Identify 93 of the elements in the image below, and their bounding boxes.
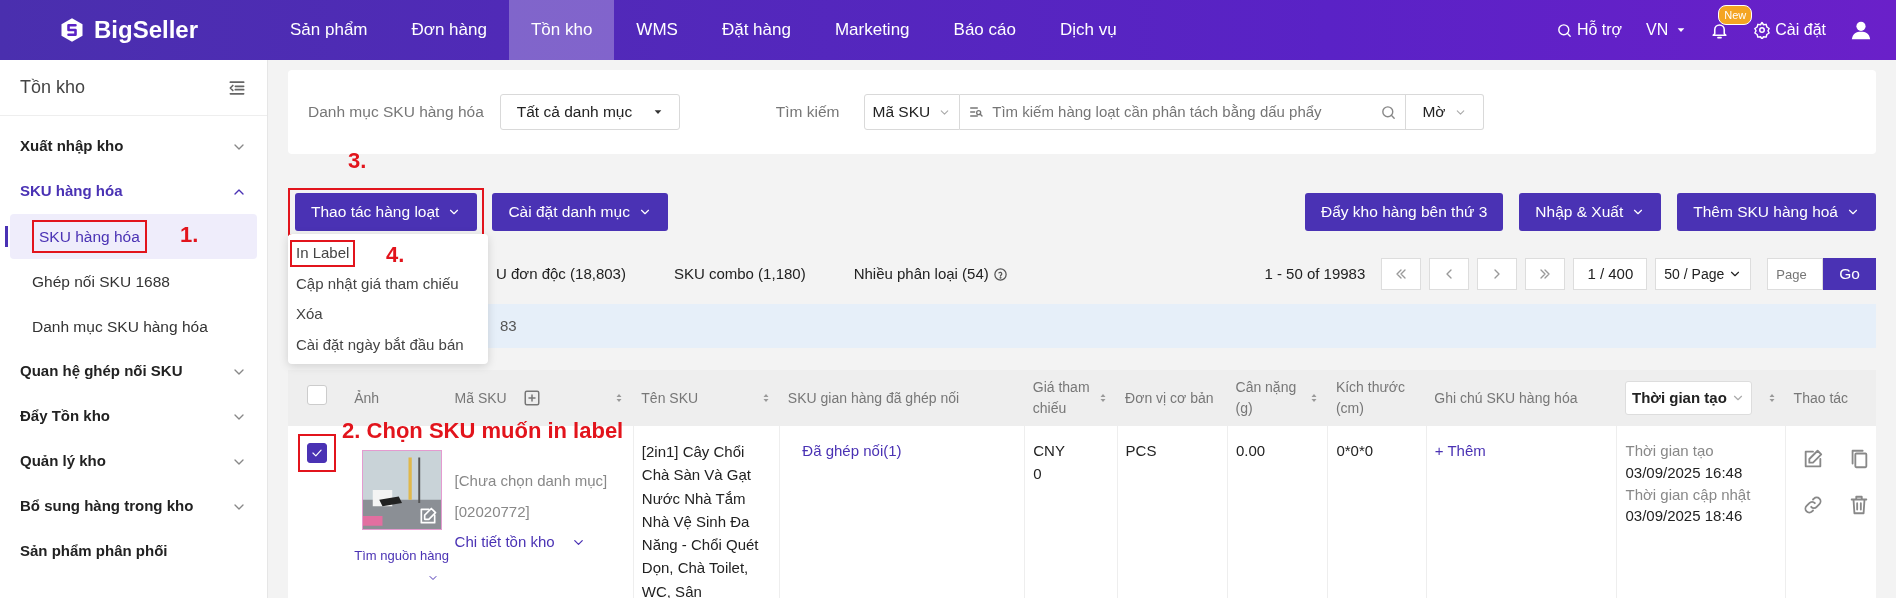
page-field[interactable]: Page — [1767, 258, 1824, 290]
filter-tab[interactable]: U đơn độc (18,803) — [496, 262, 626, 286]
column-header: Cân nặng (g) — [1235, 378, 1298, 418]
column-header: Thao tác — [1793, 388, 1849, 408]
settings-icon[interactable] — [1753, 21, 1772, 39]
new-badge: New — [1718, 4, 1753, 26]
currency-text: CNY — [1033, 441, 1066, 461]
bell-icon[interactable] — [1710, 21, 1730, 41]
edit-icon[interactable] — [1802, 448, 1825, 470]
batch-search-icon[interactable] — [968, 104, 985, 120]
search-type-select[interactable]: Mã SKU — [863, 94, 961, 130]
size-text: 0*0*0 — [1336, 442, 1374, 459]
search-icon[interactable] — [1555, 21, 1573, 39]
sidebar-group[interactable]: Xuất nhập kho — [0, 124, 267, 169]
menu-item[interactable]: Cập nhật giá tham chiếu — [296, 274, 459, 292]
sidebar-item[interactable]: Ghép nối SKU 1688 — [32, 269, 170, 294]
sidebar-group[interactable]: Sản phẩm phân phối — [0, 529, 267, 574]
toolbar-button[interactable]: Nhập & Xuất — [1519, 193, 1662, 231]
sidebar-title: Tồn kho — [20, 76, 86, 99]
time-text: 03/09/2025 18:46 — [1625, 506, 1744, 527]
match-select[interactable]: Mờ — [1406, 94, 1484, 130]
sidebar-item[interactable]: SKU hàng hóa — [39, 227, 140, 245]
stock-detail-link[interactable]: Chi tiết tồn kho — [454, 531, 555, 554]
user-icon[interactable] — [1850, 19, 1872, 41]
callout-label: 2. Chọn SKU muốn in label — [342, 418, 624, 445]
linked-sku-link[interactable]: Đã ghép nối(1) — [802, 442, 902, 459]
sku-code: [02020772] — [454, 502, 530, 520]
category-select[interactable]: Tất cả danh mục — [499, 94, 680, 130]
nav-tab[interactable]: Sản phẩm — [268, 0, 390, 60]
time-label: Thời gian cập nhật — [1625, 484, 1752, 505]
page-summary: 1 - 50 of 19983 — [1264, 263, 1366, 284]
sku-name: [2in1] Cây Chổi Chà Sàn Và Gạt Nước Nhà Tắm Nhà Vệ Sinh Đa Năng - Chổi Quét Dọn, Chà Toilet, WC, Sân — [641, 442, 760, 598]
page-indicator: 1 / 400 — [1573, 258, 1648, 290]
filter-tab[interactable]: SKU combo (1,180) — [673, 262, 806, 286]
selection-bar — [5, 226, 8, 247]
sidebar-group[interactable]: Quản lý kho — [0, 439, 267, 484]
menu-item[interactable]: Xóa — [296, 305, 323, 322]
column-header: Giá tham chiếu — [1032, 378, 1091, 418]
nav-tab[interactable]: WMS — [614, 0, 700, 60]
language-selector[interactable]: VN — [1646, 18, 1669, 42]
filter-label: Danh mục SKU hàng hóa — [308, 102, 484, 123]
menu-item[interactable]: Cài đặt ngày bắt đầu bán — [296, 335, 464, 353]
column-header: Tên SKU — [641, 388, 699, 408]
price-text: 0 — [1033, 463, 1043, 484]
support-link[interactable]: Hỗ trợ — [1576, 18, 1623, 42]
checkbox[interactable] — [307, 443, 328, 463]
column-header: Mã SKU — [454, 388, 507, 408]
sidebar-group[interactable]: Đẩy Tồn kho — [0, 394, 267, 439]
search-field[interactable]: Tìm kiếm hàng loạt cần phân tách bằng dấu phẩy — [960, 94, 1407, 130]
nav-tab[interactable]: Dịch vụ — [1037, 0, 1139, 60]
toolbar-button[interactable]: Đẩy kho hàng bên thứ 3 — [1304, 193, 1504, 231]
nav-tab[interactable]: Báo cáo — [931, 0, 1038, 60]
settings-link[interactable]: Cài đặt — [1775, 18, 1826, 42]
filter-tab[interactable]: Nhiều phân loại (54) — [853, 262, 1008, 286]
nav-tab[interactable]: Đặt hàng — [699, 0, 813, 60]
column-header: Đơn vị cơ bản — [1125, 388, 1214, 408]
caret-icon — [652, 107, 663, 117]
page-size-select[interactable]: 50 / Page — [1655, 258, 1752, 290]
go-button[interactable]: Go — [1823, 258, 1876, 290]
category-text: [Chưa chọn danh mục] — [454, 472, 608, 489]
caret-icon — [1676, 25, 1687, 35]
search-icon[interactable] — [1380, 103, 1398, 121]
add-column-icon[interactable] — [522, 389, 541, 407]
column-header: Kích thước (cm) — [1335, 378, 1407, 418]
nav-tab[interactable]: Đơn hàng — [389, 0, 509, 60]
menu-item[interactable]: In Label — [296, 244, 350, 261]
help-icon — [992, 266, 1008, 282]
callout-label: 4. — [386, 242, 405, 269]
time-label: Thời gian tạo — [1625, 441, 1715, 461]
column-header: SKU gian hàng đã ghép nối — [787, 388, 960, 408]
sidebar-group[interactable]: Quan hệ ghép nối SKU — [0, 349, 267, 394]
selection-info: 83 — [500, 315, 517, 336]
add-note-link[interactable]: + Thêm — [1434, 442, 1486, 459]
callout-label: 1. — [180, 222, 199, 249]
weight-text: 0.00 — [1236, 442, 1266, 459]
sidebar-group[interactable]: Bổ sung hàng trong kho — [0, 484, 267, 529]
sidebar-item[interactable]: Danh mục SKU hàng hóa — [32, 314, 208, 339]
edit-icon[interactable] — [418, 506, 439, 526]
sidebar-group[interactable]: SKU hàng hóa — [0, 169, 267, 214]
toolbar-button[interactable]: Thêm SKU hàng hoá — [1677, 193, 1876, 231]
time-text: 03/09/2025 16:48 — [1625, 462, 1744, 483]
brand-name: BigSeller — [94, 15, 199, 45]
unit-text: PCS — [1125, 442, 1157, 459]
callout-label: 3. — [348, 148, 367, 175]
column-header: Ảnh — [354, 388, 380, 408]
sort-select[interactable]: Thời gian tạo — [1624, 381, 1752, 415]
nav-tab[interactable]: Marketing — [812, 0, 932, 60]
toolbar-button[interactable]: Thao tác hàng loạt — [295, 193, 478, 231]
column-header: Ghi chú SKU hàng hóa — [1434, 388, 1578, 408]
nav-tab[interactable]: Tồn kho — [508, 0, 615, 60]
source-link[interactable]: Tìm nguồn hàng — [354, 548, 449, 563]
toolbar-button[interactable]: Cài đặt danh mục — [492, 193, 668, 231]
filter-label: Tìm kiếm — [774, 102, 840, 123]
